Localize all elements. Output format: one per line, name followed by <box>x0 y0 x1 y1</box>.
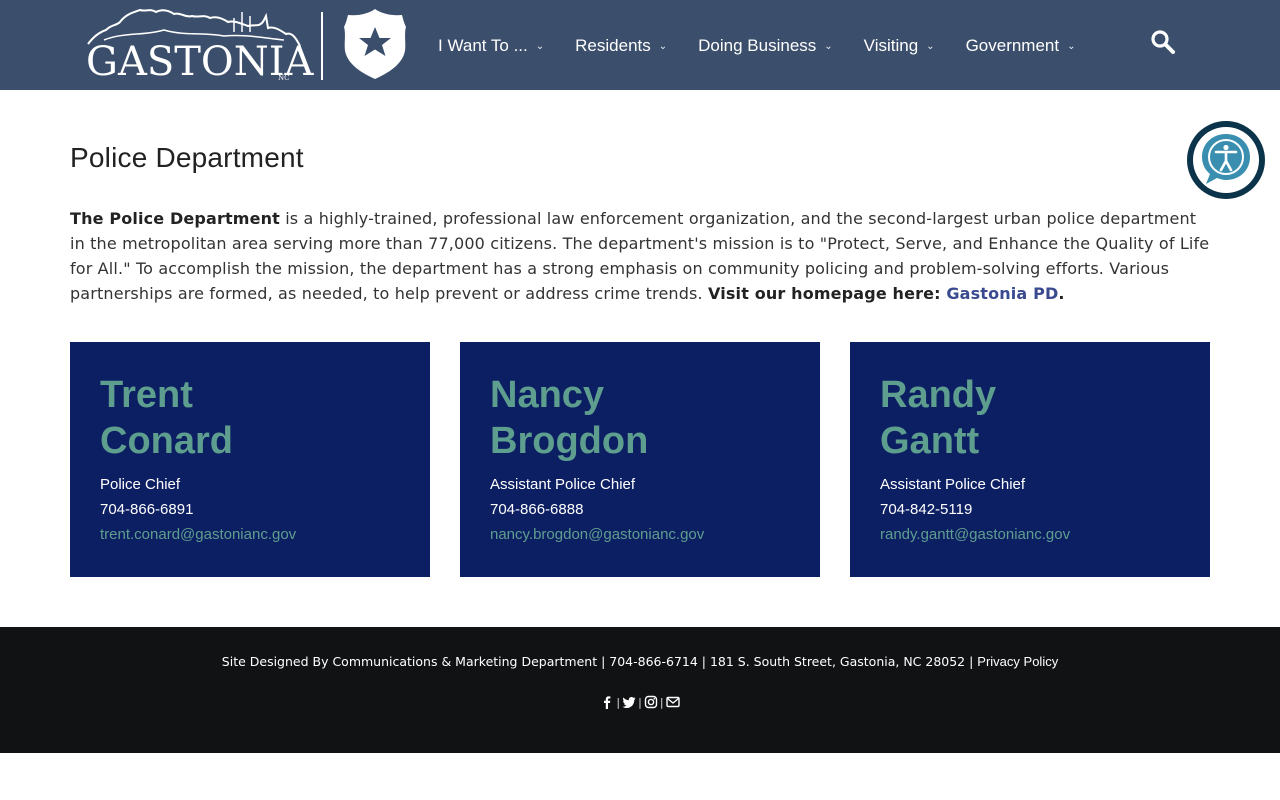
nav-doing-business[interactable]: Doing Business ⌄ <box>698 36 833 56</box>
social-separator: | <box>638 695 642 709</box>
privacy-policy-link[interactable]: Privacy Policy <box>977 654 1058 669</box>
nav-residents[interactable]: Residents ⌄ <box>575 36 667 56</box>
search-icon[interactable] <box>1150 29 1176 55</box>
logo-state: NC <box>278 74 290 82</box>
social-separator: | <box>616 695 621 709</box>
site-footer: Site Designed By Communications & Market… <box>0 627 1280 753</box>
staff-name: Randy Gantt <box>880 372 996 464</box>
chevron-down-icon: ⌄ <box>535 40 545 52</box>
nav-label: I Want To ... <box>438 36 528 55</box>
chevron-down-icon: ⌄ <box>824 40 833 52</box>
last-name: Brogdon <box>490 420 649 462</box>
staff-role: Assistant Police Chief <box>880 476 1026 493</box>
staff-phone[interactable]: 704-842-5119 <box>880 501 972 518</box>
footer-credits: Site Designed By Communications & Market… <box>0 654 1280 669</box>
staff-phone[interactable]: 704-866-6888 <box>490 501 583 518</box>
twitter-icon[interactable] <box>622 695 636 709</box>
email-icon[interactable] <box>665 695 680 709</box>
staff-role: Assistant Police Chief <box>490 476 636 493</box>
staff-card-chief: Trent Conard Police Chief 704-866-6891 tr… <box>70 342 430 577</box>
last-name: Gantt <box>880 420 980 462</box>
nav-label: Doing Business <box>698 36 817 55</box>
nav-label: Government <box>965 36 1060 55</box>
police-badge-icon[interactable] <box>342 7 408 81</box>
staff-card-assistant-2: Randy Gantt Assistant Police Chief 704-84… <box>850 342 1210 577</box>
nav-label: Visiting <box>863 36 919 55</box>
logo-divider <box>321 12 323 80</box>
staff-role: Police Chief <box>100 476 181 493</box>
gastonia-pd-link[interactable]: Gastonia PD <box>946 284 1058 303</box>
staff-email-link[interactable]: randy.gantt@gastonianc.gov <box>880 526 1070 543</box>
intro-cta: Visit our homepage here: <box>708 284 947 303</box>
staff-email-link[interactable]: trent.conard@gastonianc.gov <box>100 526 296 543</box>
nav-government[interactable]: Government ⌄ <box>966 36 1076 56</box>
chevron-down-icon: ⌄ <box>1067 40 1076 52</box>
social-separator: | <box>659 695 664 709</box>
staff-name: Nancy Brogdon <box>490 372 648 464</box>
staff-name: Trent Conard <box>100 372 233 464</box>
first-name: Nancy <box>490 374 605 416</box>
intro-lead: The Police Department <box>70 209 280 228</box>
nav-i-want-to[interactable]: I Want To ... ⌄ <box>438 36 544 56</box>
page-title: Police Department <box>70 142 304 173</box>
chevron-down-icon: ⌄ <box>926 40 935 52</box>
nav-label: Residents <box>575 36 651 55</box>
nav-visiting[interactable]: Visiting ⌄ <box>864 36 935 56</box>
instagram-icon[interactable] <box>644 695 658 709</box>
first-name: Trent <box>100 374 193 416</box>
footer-text: Site Designed By Communications & Market… <box>221 654 978 669</box>
first-name: Randy <box>880 374 997 416</box>
intro-end: . <box>1058 284 1065 303</box>
staff-email-link[interactable]: nancy.brogdon@gastonianc.gov <box>490 526 704 543</box>
last-name: Conard <box>100 420 233 462</box>
facebook-icon[interactable] <box>600 695 614 709</box>
gastonia-logo[interactable]: GASTONIA NC <box>84 6 313 84</box>
intro-paragraph: The Police Department is a highly-traine… <box>70 206 1215 306</box>
social-links: | | | <box>0 695 1280 709</box>
site-header: GASTONIA NC I Want To ... ⌄ Residents ⌄ … <box>0 0 1280 90</box>
staff-card-assistant-1: Nancy Brogdon Assistant Police Chief 704-… <box>460 342 820 577</box>
chevron-down-icon: ⌄ <box>658 40 668 52</box>
staff-cards: Trent Conard Police Chief 704-866-6891 tr… <box>70 342 1210 577</box>
main-nav: I Want To ... ⌄ Residents ⌄ Doing Busine… <box>438 34 1107 58</box>
staff-phone[interactable]: 704-866-6891 <box>100 501 193 518</box>
accessibility-icon[interactable] <box>1186 120 1266 200</box>
